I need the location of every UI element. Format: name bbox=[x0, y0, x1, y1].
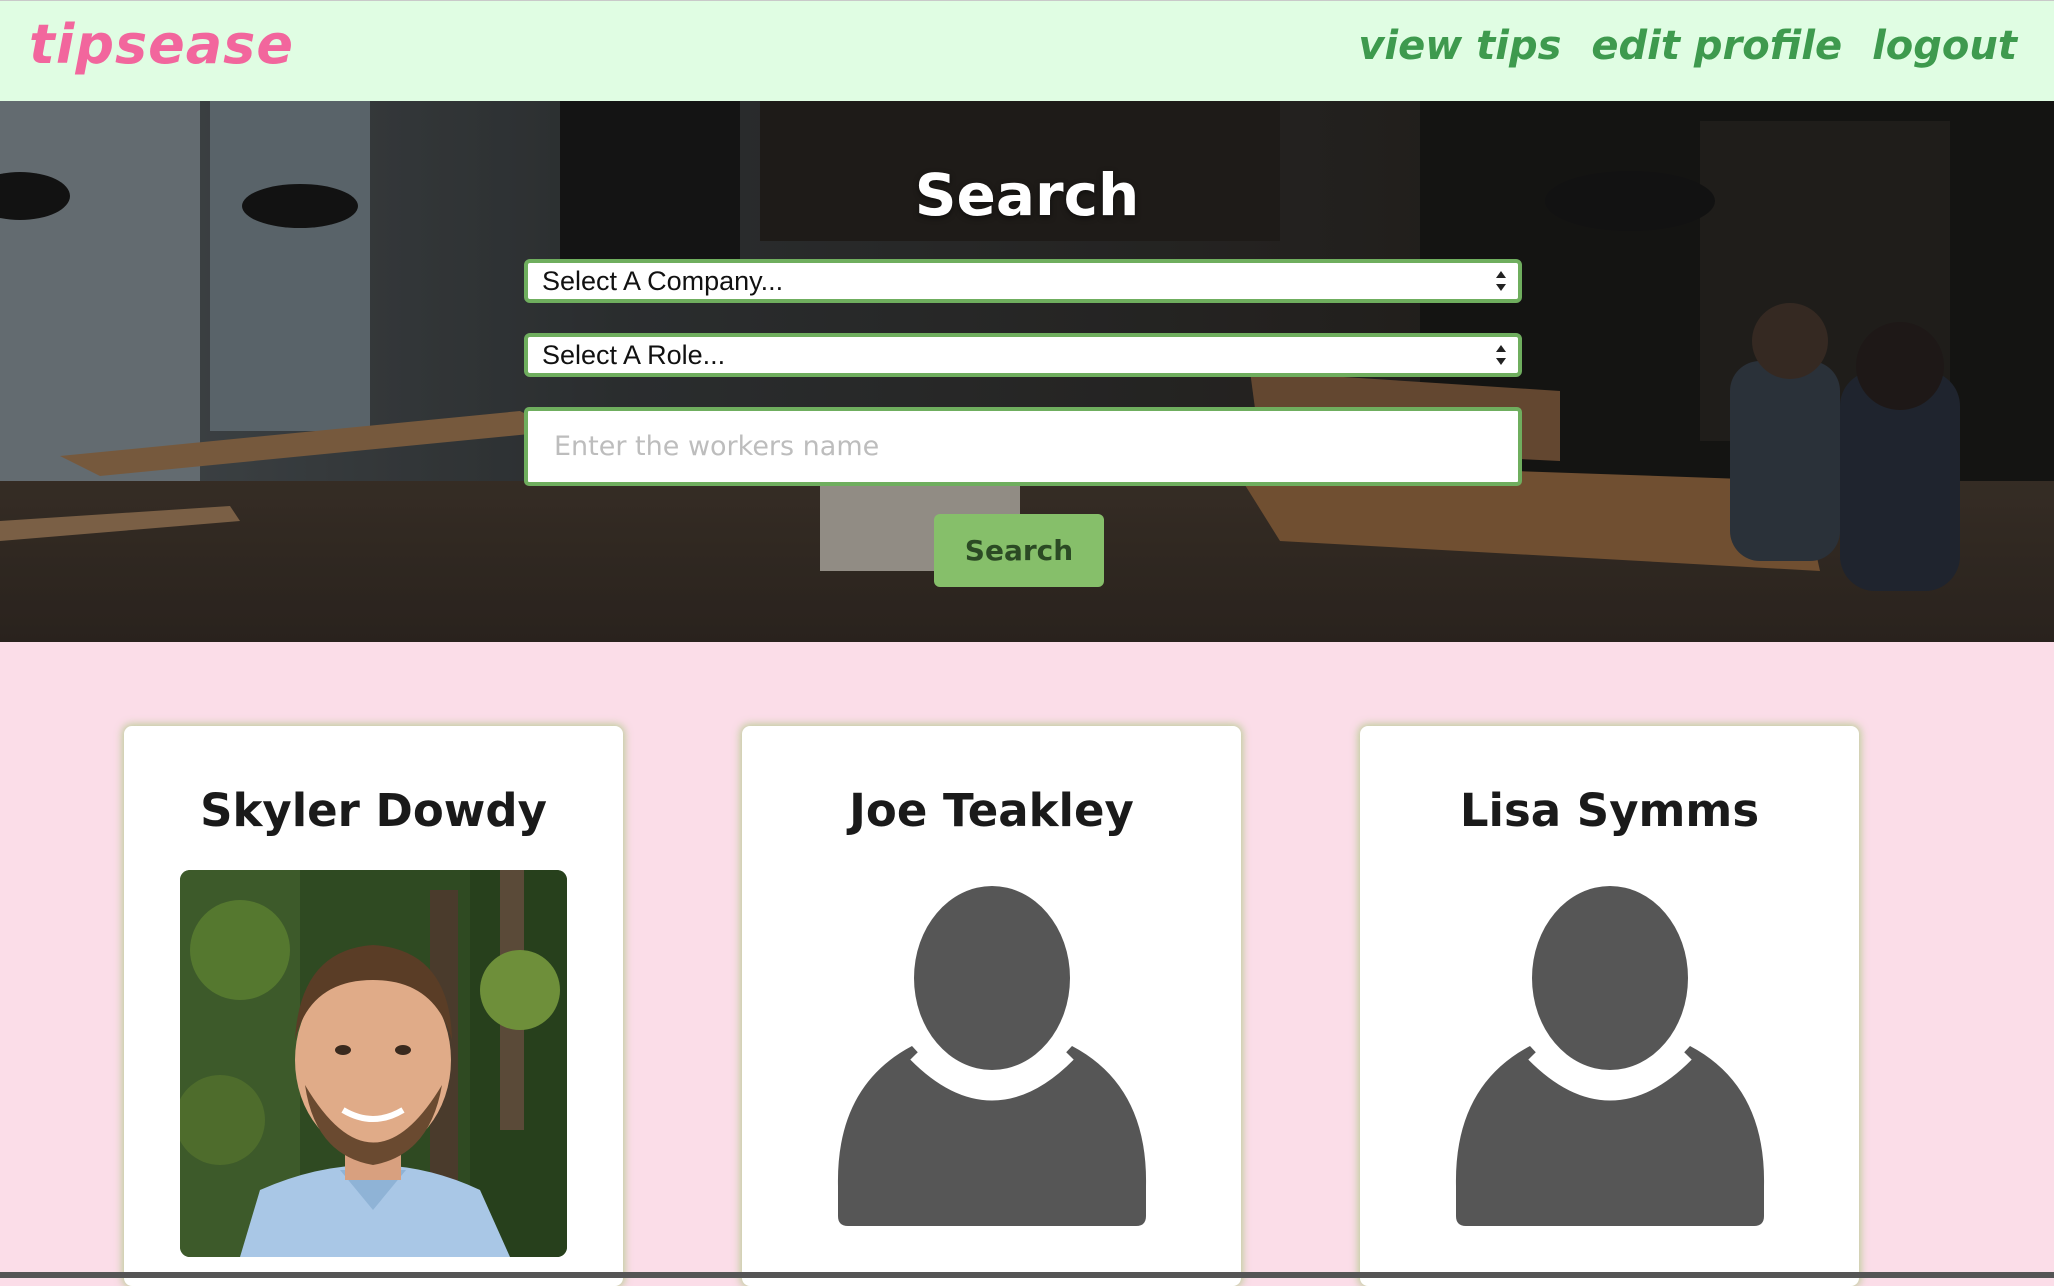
default-avatar-icon bbox=[1455, 886, 1765, 1226]
worker-name-placeholder: Enter the workers name bbox=[554, 431, 880, 462]
search-button[interactable]: Search bbox=[934, 514, 1104, 587]
worker-photo bbox=[180, 870, 567, 1257]
default-avatar-icon bbox=[837, 886, 1147, 1226]
select-arrows-icon bbox=[1496, 345, 1506, 365]
role-select-value: Select A Role... bbox=[542, 340, 726, 370]
logo[interactable]: tipsease bbox=[29, 13, 294, 76]
worker-name: Lisa Symms bbox=[1459, 784, 1760, 837]
search-hero: Search Select A Company... Select A Role… bbox=[0, 101, 2054, 642]
search-title: Search bbox=[914, 161, 1140, 229]
person-photo-icon bbox=[180, 870, 567, 1257]
worker-card[interactable]: Skyler Dowdy bbox=[124, 726, 623, 1286]
top-navbar: tipsease view tips edit profile logout bbox=[0, 0, 2054, 101]
select-arrows-icon bbox=[1496, 271, 1506, 291]
nav-links: view tips edit profile logout bbox=[1358, 23, 2017, 69]
nav-view-tips-link[interactable]: view tips bbox=[1358, 23, 1561, 69]
company-select-value: Select A Company... bbox=[542, 266, 784, 296]
company-select[interactable]: Select A Company... bbox=[524, 259, 1522, 303]
worker-name: Joe Teakley bbox=[849, 784, 1134, 837]
nav-edit-profile-link[interactable]: edit profile bbox=[1591, 23, 1842, 69]
worker-card[interactable]: Lisa Symms bbox=[1360, 726, 1859, 1286]
nav-logout-link[interactable]: logout bbox=[1872, 23, 2017, 69]
role-select[interactable]: Select A Role... bbox=[524, 333, 1522, 377]
worker-name: Skyler Dowdy bbox=[200, 784, 547, 837]
worker-name-input[interactable]: Enter the workers name bbox=[524, 407, 1522, 486]
bottom-edge bbox=[0, 1272, 2054, 1278]
worker-card[interactable]: Joe Teakley bbox=[742, 726, 1241, 1286]
